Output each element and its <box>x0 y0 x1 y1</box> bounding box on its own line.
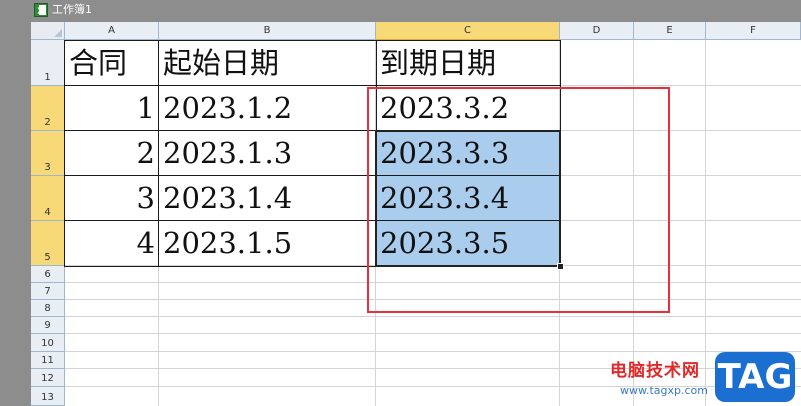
cell-b2[interactable]: 2023.1.2 <box>159 86 376 131</box>
row-header-13[interactable]: 13 <box>31 387 65 406</box>
cell-c2[interactable]: 2023.3.2 <box>376 86 560 131</box>
cell-c3[interactable]: 2023.3.3 <box>376 131 560 176</box>
column-header-d[interactable]: D <box>560 22 634 40</box>
cell-c4[interactable]: 2023.3.4 <box>376 176 560 221</box>
column-header-b[interactable]: B <box>159 22 376 40</box>
excel-icon: X <box>34 3 48 17</box>
svg-text:X: X <box>37 7 44 16</box>
cell-c5[interactable]: 2023.3.5 <box>376 221 560 266</box>
row-header-5[interactable]: 5 <box>31 221 65 266</box>
left-gutter <box>0 22 31 406</box>
row-header-10[interactable]: 10 <box>31 334 65 352</box>
cell-b1[interactable]: 起始日期 <box>159 41 376 86</box>
workbook-title: 工作簿1 <box>52 3 92 16</box>
cell-a4[interactable]: 3 <box>65 176 159 221</box>
grid-line <box>65 351 801 352</box>
row-header-12[interactable]: 12 <box>31 369 65 387</box>
watermark-site-name: 电脑技术网 <box>610 361 700 381</box>
cell-a3[interactable]: 2 <box>65 131 159 176</box>
watermark-url: www.tagxp.com <box>620 384 708 397</box>
column-header-c[interactable]: C <box>376 22 560 40</box>
cell-b3[interactable]: 2023.1.3 <box>159 131 376 176</box>
cell-b5[interactable]: 2023.1.5 <box>159 221 376 266</box>
cell-b4[interactable]: 2023.1.4 <box>159 176 376 221</box>
cell-a5[interactable]: 4 <box>65 221 159 266</box>
select-all-button[interactable] <box>31 22 65 40</box>
watermark-logo: TAG <box>715 352 795 402</box>
grid-line <box>65 333 801 334</box>
column-header-f[interactable]: F <box>706 22 801 40</box>
row-header-3[interactable]: 3 <box>31 131 65 176</box>
cell-a1[interactable]: 合同 <box>65 41 159 86</box>
column-header-a[interactable]: A <box>65 22 159 40</box>
select-all-icon <box>54 29 62 37</box>
row-header-8[interactable]: 8 <box>31 300 65 317</box>
row-header-7[interactable]: 7 <box>31 283 65 300</box>
cell-a2[interactable]: 1 <box>65 86 159 131</box>
worksheet[interactable]: A B C D E F 1 2 3 4 5 6 7 8 9 10 11 12 1… <box>0 22 801 406</box>
grid-line <box>65 299 801 300</box>
fill-handle[interactable] <box>557 263 564 270</box>
title-bar: X 工作簿1 <box>0 0 801 22</box>
cell-c1[interactable]: 到期日期 <box>376 41 560 86</box>
row-header-11[interactable]: 11 <box>31 352 65 369</box>
grid-line <box>65 316 801 317</box>
row-header-9[interactable]: 9 <box>31 317 65 334</box>
row-header-4[interactable]: 4 <box>31 176 65 221</box>
column-header-e[interactable]: E <box>634 22 706 40</box>
grid-line <box>65 282 801 283</box>
row-header-1[interactable]: 1 <box>31 40 65 86</box>
row-header-2[interactable]: 2 <box>31 86 65 131</box>
row-header-6[interactable]: 6 <box>31 266 65 283</box>
